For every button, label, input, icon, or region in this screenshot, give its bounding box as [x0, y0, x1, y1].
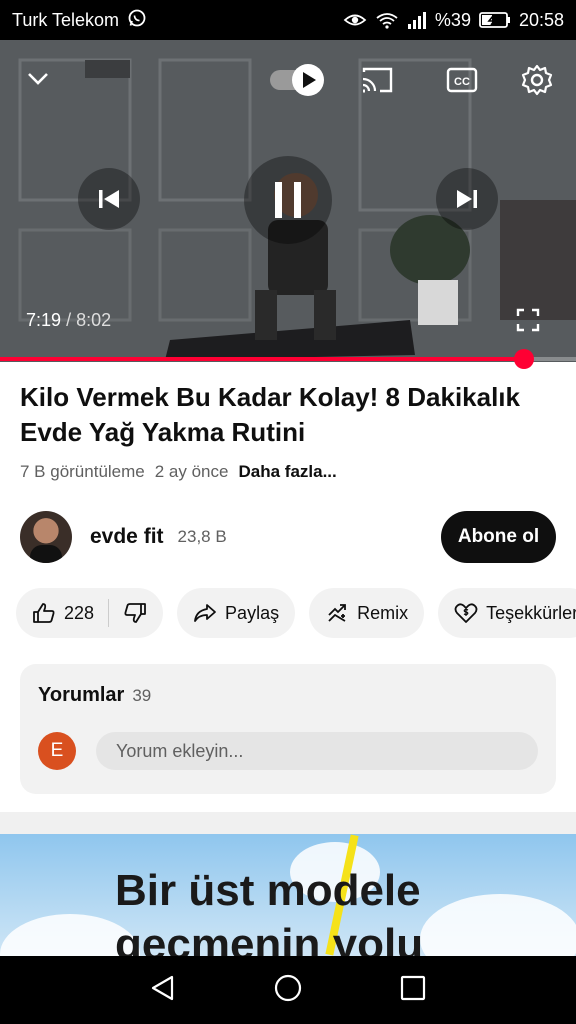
home-circle-icon — [274, 974, 302, 1001]
previous-button[interactable] — [78, 168, 140, 230]
eye-comfort-icon — [343, 11, 367, 29]
current-time: 7:19 — [26, 310, 62, 330]
playback-time: 7:19 / 8:02 — [26, 310, 111, 331]
status-bar: Turk Telekom %39 20:58 — [0, 0, 576, 40]
heart-dollar-icon — [454, 603, 478, 623]
remix-label: Remix — [357, 602, 409, 623]
channel-avatar[interactable] — [20, 511, 72, 563]
fullscreen-button[interactable] — [510, 302, 546, 338]
dislike-button[interactable] — [123, 602, 147, 624]
channel-row[interactable]: evde fit 23,8 B Abone ol — [20, 510, 560, 564]
whatsapp-icon — [127, 8, 147, 33]
clock: 20:58 — [518, 9, 564, 30]
ad-cloud — [420, 894, 576, 956]
channel-name[interactable]: evde fit — [90, 525, 164, 549]
cast-icon — [362, 67, 393, 93]
closed-captions-icon: CC — [446, 67, 478, 93]
cast-button[interactable] — [355, 62, 399, 98]
skip-previous-icon — [99, 190, 119, 208]
svg-text:CC: CC — [454, 76, 470, 88]
captions-button[interactable]: CC — [440, 62, 484, 98]
remix-icon — [328, 604, 346, 622]
system-nav-bar — [0, 956, 576, 1024]
skip-next-icon — [457, 190, 477, 208]
like-count: 228 — [64, 602, 95, 623]
upload-age: 2 ay önce — [154, 462, 229, 481]
comments-header: Yorumlar 39 — [38, 684, 151, 707]
more-description-link[interactable]: Daha fazla... — [238, 462, 336, 482]
ad-line-1: Bir üst modele — [115, 866, 421, 915]
user-avatar: E — [38, 732, 76, 770]
gear-icon — [521, 64, 553, 96]
section-divider — [0, 812, 576, 834]
share-label: Paylaş — [225, 602, 280, 623]
thumbs-down-icon — [124, 603, 146, 623]
action-bar: 228 Paylaş Remix Teşekkürler — [16, 588, 576, 638]
fullscreen-icon — [516, 308, 540, 332]
subscribe-button[interactable]: Abone ol — [441, 511, 556, 563]
back-button[interactable] — [148, 973, 178, 1008]
ad-headline: Bir üst modele geçmenin yolu — [115, 864, 423, 956]
settings-button[interactable] — [512, 60, 562, 100]
share-button[interactable]: Paylaş — [177, 588, 296, 638]
seek-bar[interactable] — [0, 349, 576, 369]
signal-icon — [407, 11, 427, 29]
share-icon — [194, 604, 216, 622]
thanks-label: Teşekkürler — [486, 602, 576, 623]
comment-input[interactable]: Yorum ekleyin... — [96, 732, 538, 770]
minimize-button[interactable] — [18, 62, 58, 96]
view-count: 7 B görüntüleme — [20, 462, 145, 481]
carrier-name: Turk Telekom — [12, 9, 120, 30]
video-title[interactable]: Kilo Vermek Bu Kadar Kolay! 8 Dakikalık … — [20, 380, 560, 450]
video-meta[interactable]: 7 B görüntüleme 2 ay önce Daha fazla... — [20, 462, 337, 482]
battery-icon — [479, 11, 511, 29]
chevron-down-icon — [28, 73, 48, 85]
like-dislike-group: 228 — [16, 588, 164, 638]
seek-bar-progress — [0, 357, 525, 361]
recents-square-icon — [401, 975, 426, 1000]
subscriber-count: 23,8 B — [177, 527, 227, 546]
seek-bar-handle[interactable] — [514, 349, 535, 369]
battery-level: %39 — [434, 9, 471, 30]
like-button[interactable]: 228 — [32, 602, 94, 624]
duration: / 8:02 — [66, 310, 112, 330]
comments-panel[interactable]: Yorumlar 39 E Yorum ekleyin... — [20, 664, 556, 794]
ad-banner[interactable]: Bir üst modele geçmenin yolu — [0, 834, 576, 956]
back-triangle-icon — [151, 975, 173, 1000]
ad-line-2: geçmenin yolu — [115, 920, 424, 956]
comments-title: Yorumlar — [38, 684, 125, 706]
next-button[interactable] — [436, 168, 498, 230]
pause-icon — [275, 182, 301, 218]
thumbs-up-icon — [33, 603, 55, 623]
wifi-icon — [375, 11, 399, 29]
pause-button[interactable] — [244, 156, 332, 244]
recents-button[interactable] — [398, 973, 428, 1008]
remix-button[interactable]: Remix — [309, 588, 425, 638]
like-divider — [108, 599, 110, 627]
autoplay-toggle[interactable] — [268, 62, 328, 98]
video-player[interactable]: CC 7:19 / 8:02 — [0, 40, 576, 362]
comments-count: 39 — [132, 686, 152, 705]
thanks-button[interactable]: Teşekkürler — [438, 588, 576, 638]
home-button[interactable] — [273, 973, 303, 1008]
